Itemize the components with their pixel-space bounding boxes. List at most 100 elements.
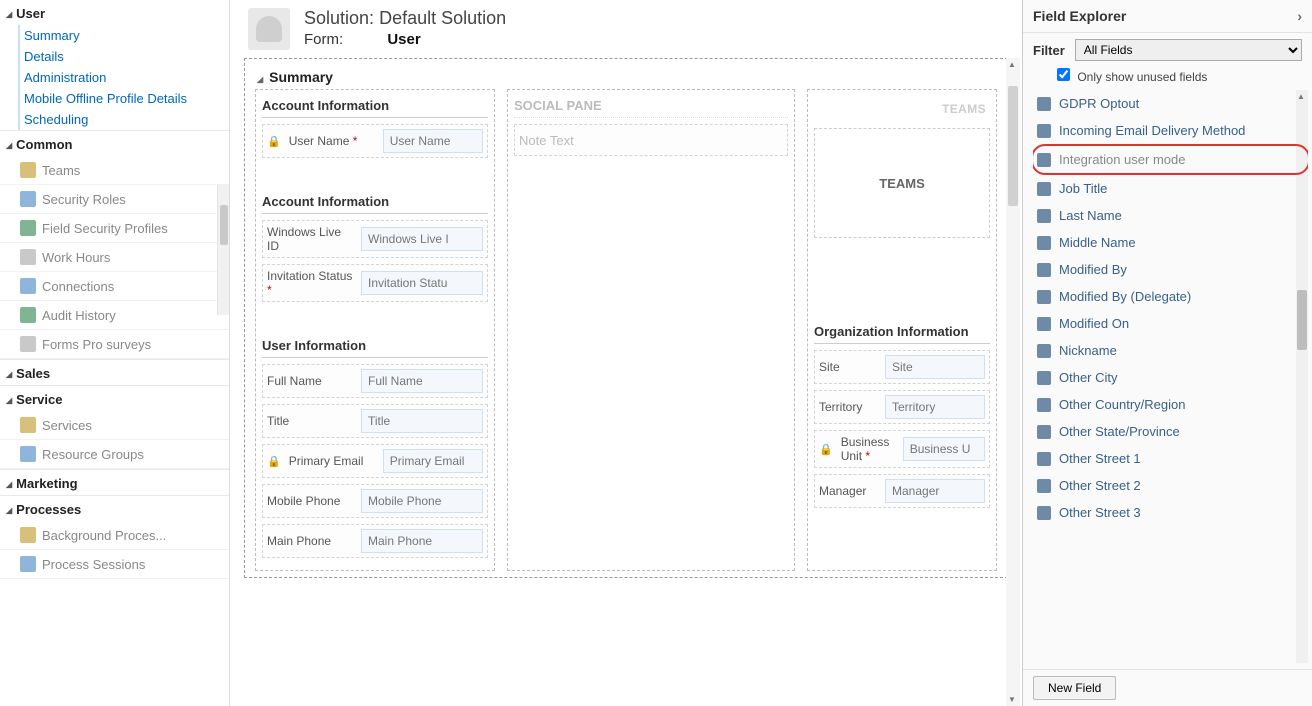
field-windows-live-id[interactable]: Windows Live ID bbox=[262, 220, 488, 258]
field-item-modified-by-delegate-[interactable]: Modified By (Delegate) bbox=[1033, 283, 1308, 310]
nav-item-work-hours[interactable]: Work Hours bbox=[0, 243, 229, 272]
field-item-last-name[interactable]: Last Name bbox=[1033, 202, 1308, 229]
field-site[interactable]: Site bbox=[814, 350, 990, 384]
column-3[interactable]: TEAMS TEAMS Organization Information Sit… bbox=[807, 89, 997, 571]
nav-item-field-security-profiles[interactable]: Field Security Profiles bbox=[0, 214, 229, 243]
nav-item-process-sessions[interactable]: Process Sessions bbox=[0, 550, 229, 579]
left-nav-scrollbar[interactable] bbox=[217, 185, 229, 315]
field-title[interactable]: Title bbox=[262, 404, 488, 438]
nav-link-scheduling[interactable]: Scheduling bbox=[18, 109, 229, 130]
field-item-label: Other Country/Region bbox=[1059, 397, 1185, 412]
nav-item-icon bbox=[20, 527, 36, 543]
field-icon bbox=[1037, 290, 1051, 304]
field-item-other-state-province[interactable]: Other State/Province bbox=[1033, 418, 1308, 445]
nav-item-security-roles[interactable]: Security Roles bbox=[0, 185, 229, 214]
nav-item-icon bbox=[20, 249, 36, 265]
nav-item-background-proces-[interactable]: Background Proces... bbox=[0, 521, 229, 550]
field-main-phone[interactable]: Main Phone bbox=[262, 524, 488, 558]
solution-label: Solution: bbox=[304, 8, 374, 28]
nav-link-mobile-offline-profile-details[interactable]: Mobile Offline Profile Details bbox=[18, 88, 229, 109]
field-input[interactable] bbox=[903, 437, 985, 461]
field-item-other-street-1[interactable]: Other Street 1 bbox=[1033, 445, 1308, 472]
nav-item-icon bbox=[20, 162, 36, 178]
teams-subgrid[interactable]: TEAMS bbox=[814, 128, 990, 238]
field-item-middle-name[interactable]: Middle Name bbox=[1033, 229, 1308, 256]
nav-group-marketing[interactable]: Marketing bbox=[0, 470, 229, 495]
nav-item-teams[interactable]: Teams bbox=[0, 156, 229, 185]
field-item-modified-on[interactable]: Modified On bbox=[1033, 310, 1308, 337]
field-list[interactable]: GDPR OptoutIncoming Email Delivery Metho… bbox=[1033, 90, 1308, 663]
field-territory[interactable]: Territory bbox=[814, 390, 990, 424]
field-item-gdpr-optout[interactable]: GDPR Optout bbox=[1033, 90, 1308, 117]
field-input[interactable] bbox=[361, 271, 483, 295]
field-input[interactable] bbox=[885, 395, 985, 419]
field-input[interactable] bbox=[383, 449, 483, 473]
field-label: Primary Email bbox=[289, 454, 377, 468]
nav-link-administration[interactable]: Administration bbox=[18, 67, 229, 88]
field-full-name[interactable]: Full Name bbox=[262, 364, 488, 398]
field-input[interactable] bbox=[361, 489, 483, 513]
column-1[interactable]: Account Information 🔒 User Name Account … bbox=[255, 89, 495, 571]
nav-item-label: Security Roles bbox=[42, 192, 126, 207]
nav-group-sales[interactable]: Sales bbox=[0, 360, 229, 385]
field-item-other-street-3[interactable]: Other Street 3 bbox=[1033, 499, 1308, 526]
note-text-placeholder[interactable]: Note Text bbox=[514, 124, 788, 156]
field-input[interactable] bbox=[885, 355, 985, 379]
nav-item-label: Audit History bbox=[42, 308, 116, 323]
form-canvas[interactable]: Summary Account Information 🔒 User Name … bbox=[244, 58, 1008, 578]
field-input[interactable] bbox=[885, 479, 985, 503]
filter-select[interactable]: All Fields bbox=[1075, 39, 1302, 61]
tab-summary[interactable]: Summary bbox=[255, 65, 997, 89]
field-item-incoming-email-delivery-method[interactable]: Incoming Email Delivery Method bbox=[1033, 117, 1308, 144]
nav-group-processes[interactable]: Processes bbox=[0, 496, 229, 521]
field-input[interactable] bbox=[361, 369, 483, 393]
nav-item-services[interactable]: Services bbox=[0, 411, 229, 440]
field-input[interactable] bbox=[383, 129, 483, 153]
field-item-other-street-2[interactable]: Other Street 2 bbox=[1033, 472, 1308, 499]
field-input[interactable] bbox=[361, 409, 483, 433]
column-2[interactable]: SOCIAL PANE Note Text bbox=[507, 89, 795, 571]
nav-group-common[interactable]: Common bbox=[0, 131, 229, 156]
section-account-info-1[interactable]: Account Information bbox=[262, 96, 488, 118]
field-item-other-city[interactable]: Other City bbox=[1033, 364, 1308, 391]
canvas-scrollbar[interactable] bbox=[1006, 58, 1020, 706]
field-item-integration-user-mode[interactable]: Integration user mode bbox=[1033, 146, 1308, 173]
field-input[interactable] bbox=[361, 529, 483, 553]
field-item-nickname[interactable]: Nickname bbox=[1033, 337, 1308, 364]
section-user-information[interactable]: User Information bbox=[262, 336, 488, 358]
nav-item-label: Resource Groups bbox=[42, 447, 144, 462]
nav-link-details[interactable]: Details bbox=[18, 46, 229, 67]
field-item-modified-by[interactable]: Modified By bbox=[1033, 256, 1308, 283]
nav-item-connections[interactable]: Connections bbox=[0, 272, 229, 301]
nav-item-resource-groups[interactable]: Resource Groups bbox=[0, 440, 229, 469]
field-mobile-phone[interactable]: Mobile Phone bbox=[262, 484, 488, 518]
nav-item-audit-history[interactable]: Audit History bbox=[0, 301, 229, 330]
nav-item-icon bbox=[20, 307, 36, 323]
field-label: Title bbox=[267, 414, 355, 428]
field-invitation-status[interactable]: Invitation Status bbox=[262, 264, 488, 302]
nav-item-label: Teams bbox=[42, 163, 80, 178]
editor-header: Solution: Default Solution Form: User bbox=[230, 0, 1022, 58]
field-list-scrollbar[interactable] bbox=[1296, 90, 1308, 663]
nav-group-service[interactable]: Service bbox=[0, 386, 229, 411]
section-social-pane[interactable]: SOCIAL PANE bbox=[514, 96, 788, 118]
field-manager[interactable]: Manager bbox=[814, 474, 990, 508]
form-editor: Solution: Default Solution Form: User Su… bbox=[230, 0, 1022, 706]
new-field-button[interactable]: New Field bbox=[1033, 676, 1116, 700]
field-explorer-title: Field Explorer bbox=[1033, 8, 1126, 24]
field-item-label: Other Street 1 bbox=[1059, 451, 1141, 466]
field-user-name[interactable]: 🔒 User Name bbox=[262, 124, 488, 158]
nav-item-forms-pro-surveys[interactable]: Forms Pro surveys bbox=[0, 330, 229, 359]
field-item-job-title[interactable]: Job Title bbox=[1033, 175, 1308, 202]
nav-link-summary[interactable]: Summary bbox=[18, 25, 229, 46]
field-business-unit[interactable]: 🔒 Business Unit bbox=[814, 430, 990, 468]
section-org-information[interactable]: Organization Information bbox=[814, 322, 990, 344]
field-item-other-country-region[interactable]: Other Country/Region bbox=[1033, 391, 1308, 418]
only-unused-checkbox[interactable] bbox=[1057, 68, 1070, 81]
field-primary-email[interactable]: 🔒 Primary Email bbox=[262, 444, 488, 478]
nav-entity-title[interactable]: User bbox=[0, 0, 229, 25]
field-input[interactable] bbox=[361, 227, 483, 251]
section-account-info-2[interactable]: Account Information bbox=[262, 192, 488, 214]
canvas-scroll[interactable]: Summary Account Information 🔒 User Name … bbox=[230, 58, 1022, 706]
collapse-icon[interactable]: › bbox=[1297, 8, 1302, 24]
